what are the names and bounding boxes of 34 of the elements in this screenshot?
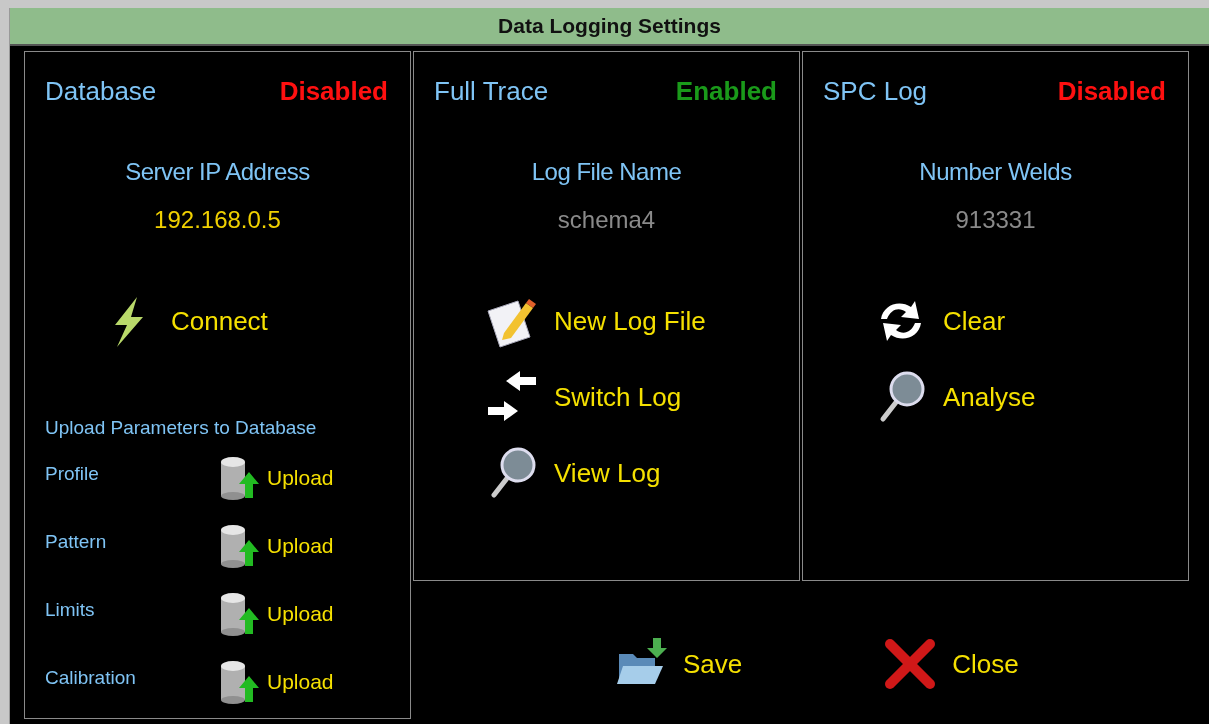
action-button[interactable]: Close xyxy=(882,636,1019,692)
action-button[interactable]: Upload xyxy=(219,659,334,704)
field-value: schema4 xyxy=(556,205,657,235)
section-title: Database xyxy=(45,75,157,108)
action-button[interactable]: Connect xyxy=(101,293,410,349)
action-button[interactable]: New Log File xyxy=(484,293,799,349)
field-value: 192.168.0.5 xyxy=(153,205,282,235)
parameter-label: Pattern xyxy=(45,529,108,554)
action-button[interactable]: Upload xyxy=(219,455,334,500)
status-text: Disabled xyxy=(279,75,388,108)
action-button[interactable]: Analyse xyxy=(873,369,1188,425)
database-upload-icon xyxy=(219,523,261,568)
field-label: Server IP Address xyxy=(124,157,311,187)
action-button[interactable]: Save xyxy=(613,636,743,692)
action-button[interactable]: Upload xyxy=(219,591,334,636)
parameter-label: Calibration xyxy=(45,665,137,690)
field-label: Number Welds xyxy=(918,157,1073,187)
section-title: Full Trace xyxy=(434,75,549,108)
database-upload-icon xyxy=(219,591,261,636)
field-label: Log File Name xyxy=(530,157,683,187)
status-text: Disabled xyxy=(1057,75,1166,108)
action-button[interactable]: Switch Log xyxy=(484,369,799,425)
section-heading: Upload Parameters to Database xyxy=(45,416,318,440)
action-button[interactable]: Upload xyxy=(219,523,334,568)
action-button[interactable]: Clear xyxy=(873,293,1188,349)
database-upload-icon xyxy=(219,659,261,704)
field-value: 913331 xyxy=(954,205,1037,235)
database-upload-icon xyxy=(219,455,261,500)
window-title: Data Logging Settings xyxy=(10,8,1209,46)
action-button[interactable]: View Log xyxy=(484,445,799,501)
parameter-label: Profile xyxy=(45,461,100,486)
parameter-label: Limits xyxy=(45,597,96,622)
section-title: SPC Log xyxy=(823,75,928,108)
status-text: Enabled xyxy=(675,75,777,108)
